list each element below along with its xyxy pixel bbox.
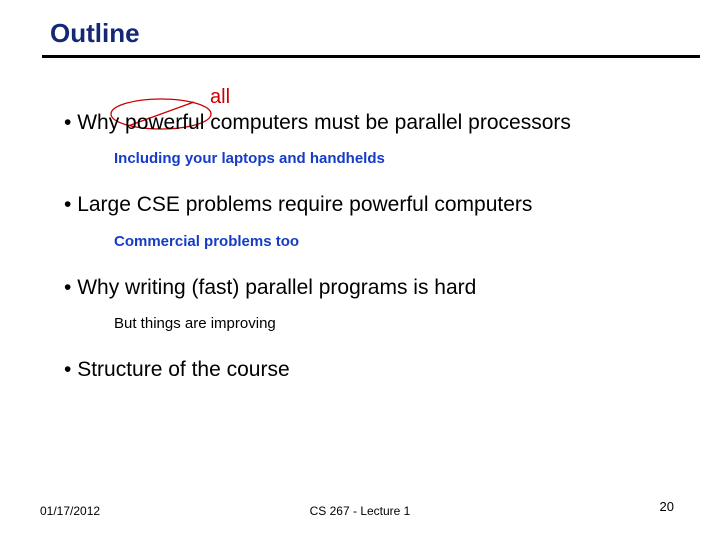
slide-title: Outline — [42, 18, 700, 58]
bullet-3: Why writing (fast) parallel programs is … — [64, 275, 680, 301]
footer-date: 01/17/2012 — [40, 504, 100, 518]
bullet-3-sub: But things are improving — [114, 315, 680, 333]
footer-course: CS 267 - Lecture 1 — [310, 504, 411, 518]
bullet-1-sub: Including your laptops and handhelds — [114, 150, 680, 168]
footer-page: 20 — [660, 499, 674, 514]
slide-title-bar: Outline — [42, 18, 700, 58]
bullet-2: Large CSE problems require powerful comp… — [64, 192, 680, 218]
bullet-2-sub: Commercial problems too — [114, 233, 680, 251]
bullet-4: Structure of the course — [64, 357, 680, 383]
bullet-1: Why powerful computers must be parallel … — [64, 110, 680, 136]
slide-body: Why powerful computers must be parallel … — [64, 110, 680, 389]
